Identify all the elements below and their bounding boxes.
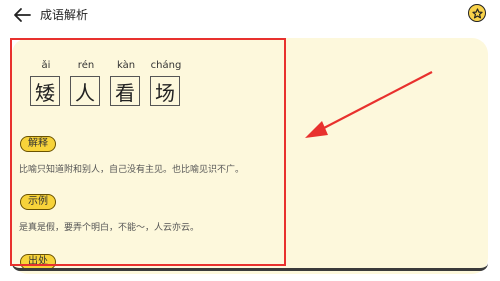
back-arrow-icon [14,8,31,22]
pinyin-3: kàn [116,60,136,71]
pinyin-1: ǎi [41,60,51,71]
idiom-char-2: rén 人 [70,59,102,106]
idiom-card: ǎi 矮 rén 人 kàn 看 cháng 场 解释 比喻只知道附和别人，自己… [12,38,488,274]
example-label: 示例 [20,194,56,210]
top-bar: 成语解析 [0,0,500,30]
example-text: 是真是假，要弄个明白，不能～，人云亦云。 [19,223,200,233]
explanation-label: 解释 [20,136,56,152]
pinyin-2: rén [77,60,95,71]
page-title: 成语解析 [40,8,89,22]
idiom-char-3: kàn 看 [110,59,142,106]
pinyin-4: cháng [150,60,182,71]
char-4: 场 [150,76,180,106]
idiom-char-4: cháng 场 [150,59,182,106]
explanation-text: 比喻只知道附和别人，自己没有主见。也比喻见识不广。 [19,165,245,175]
idiom-char-1: ǎi 矮 [30,59,62,106]
star-icon [471,7,483,18]
char-3: 看 [110,76,140,106]
card-bottom-border [12,263,488,271]
char-2: 人 [70,76,100,106]
char-1: 矮 [30,76,60,106]
favorite-button[interactable] [468,4,486,22]
back-button[interactable] [12,6,32,24]
